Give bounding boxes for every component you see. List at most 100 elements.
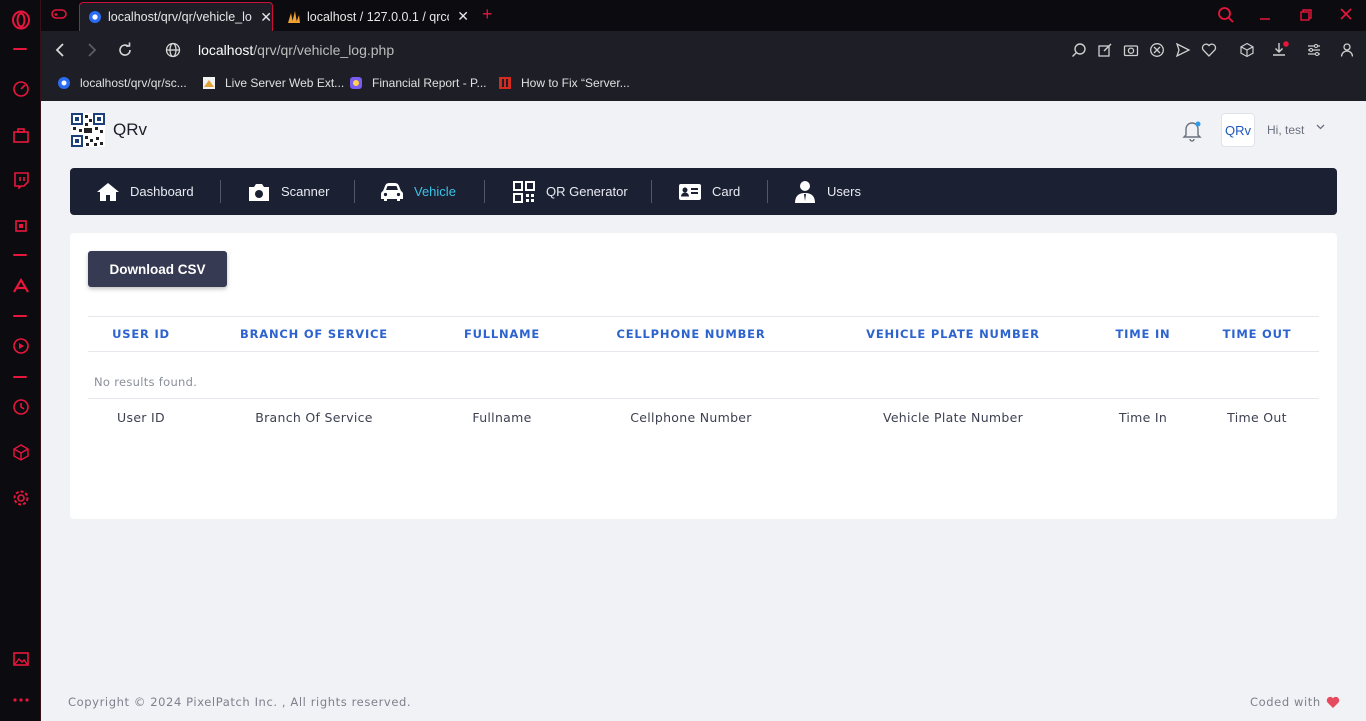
- tab-vehicle-log[interactable]: localhost/qrv/qr/vehicle_lo ✕: [79, 2, 273, 31]
- column-footer-user-id: User ID: [117, 410, 165, 425]
- search-tabs-icon[interactable]: [1217, 6, 1235, 29]
- bookmark-favicon-icon: [203, 77, 215, 89]
- table-footer-row: User ID Branch Of Service Fullname Cellp…: [88, 398, 1319, 434]
- sidebar-divider: [13, 254, 27, 256]
- column-footer-time-in: Time In: [1118, 410, 1168, 425]
- opera-logo-icon[interactable]: [0, 7, 41, 33]
- vehicle-log-card: Download CSV USER ID BRANCH OF SERVICE F…: [70, 233, 1337, 519]
- bookmark-label: Financial Report - P...: [372, 76, 487, 90]
- column-footer-fullname: Fullname: [472, 410, 532, 425]
- bookmark-item[interactable]: localhost/qrv/qr/sc...: [57, 76, 187, 90]
- nav-label: Vehicle: [414, 184, 456, 199]
- qr-code-icon: [512, 180, 536, 203]
- avatar[interactable]: QRv: [1221, 113, 1255, 147]
- column-footer-branch: Branch Of Service: [255, 410, 373, 425]
- tab-title: localhost/qrv/qr/vehicle_lo: [108, 10, 252, 24]
- browser-window: localhost/qrv/qr/vehicle_lo ✕ localhost …: [0, 0, 1366, 721]
- forward-icon[interactable]: [82, 40, 102, 60]
- history-icon[interactable]: [0, 394, 41, 420]
- adblock-icon[interactable]: [1147, 40, 1167, 60]
- brand-logo[interactable]: QRv: [71, 113, 147, 147]
- more-icon[interactable]: [0, 687, 41, 713]
- nav-item-card[interactable]: Card: [678, 168, 740, 215]
- nav-item-scanner[interactable]: Scanner: [247, 168, 329, 215]
- chip-icon[interactable]: [0, 213, 41, 239]
- bookmark-favicon-icon: [350, 77, 362, 89]
- minimize-icon[interactable]: [1258, 8, 1272, 27]
- edit-share-icon[interactable]: [1095, 40, 1115, 60]
- column-header-cellphone[interactable]: CELLPHONE NUMBER: [617, 327, 766, 341]
- column-header-time-in[interactable]: TIME IN: [1116, 327, 1171, 341]
- aria-icon[interactable]: [0, 273, 41, 299]
- snapshot-camera-icon[interactable]: [1121, 40, 1141, 60]
- settings-icon[interactable]: [0, 485, 41, 511]
- workspace-icon[interactable]: [0, 122, 41, 148]
- restore-icon[interactable]: [1299, 8, 1313, 27]
- tab-close-icon[interactable]: ✕: [457, 8, 469, 25]
- column-header-fullname[interactable]: FULLNAME: [464, 327, 540, 341]
- nav-divider: [484, 180, 485, 203]
- nav-divider: [767, 180, 768, 203]
- bookmark-favicon-icon: [58, 77, 70, 89]
- speed-dial-icon[interactable]: [0, 76, 41, 102]
- nav-item-vehicle[interactable]: Vehicle: [380, 168, 456, 215]
- chevron-down-icon[interactable]: [1316, 122, 1325, 133]
- brand-name: QRv: [113, 120, 147, 139]
- phpmyadmin-favicon-icon: [287, 10, 301, 24]
- nav-item-users[interactable]: Users: [793, 168, 861, 215]
- url-field[interactable]: localhost/qrv/qr/vehicle_log.php: [198, 42, 394, 58]
- send-icon[interactable]: [1173, 40, 1193, 60]
- url-host: localhost: [198, 42, 254, 58]
- column-footer-plate: Vehicle Plate Number: [882, 410, 1024, 425]
- user-icon: [793, 180, 817, 203]
- extensions-icon[interactable]: [0, 439, 41, 465]
- nav-item-dashboard[interactable]: Dashboard: [96, 168, 194, 215]
- twitch-icon[interactable]: [0, 167, 41, 193]
- page-content: QRv QRv Hi, test Dashboard Scanner Vehic…: [41, 101, 1366, 721]
- main-nav: Dashboard Scanner Vehicle QR Generator C…: [70, 168, 1337, 215]
- column-header-branch[interactable]: BRANCH OF SERVICE: [240, 327, 388, 341]
- gallery-icon[interactable]: [0, 646, 41, 672]
- easy-setup-icon[interactable]: [1304, 40, 1324, 60]
- bookmark-item[interactable]: Financial Report - P...: [349, 76, 487, 90]
- player-icon[interactable]: [0, 333, 41, 359]
- downloads-icon[interactable]: [1270, 40, 1290, 60]
- back-icon[interactable]: [50, 40, 70, 60]
- heart-bookmark-icon[interactable]: [1199, 40, 1219, 60]
- bookmark-favicon-icon: [499, 77, 511, 89]
- column-header-plate[interactable]: VEHICLE PLATE NUMBER: [866, 327, 1040, 341]
- nav-label: Users: [827, 184, 861, 199]
- profile-icon[interactable]: [1337, 40, 1357, 60]
- user-greeting[interactable]: Hi, test: [1267, 123, 1304, 137]
- download-csv-button[interactable]: Download CSV: [88, 251, 227, 287]
- new-tab-button[interactable]: +: [482, 4, 493, 25]
- extensions-cube-icon[interactable]: [1237, 40, 1257, 60]
- browser-sidebar: [0, 0, 41, 721]
- gamepad-icon[interactable]: [51, 7, 67, 26]
- notification-bell-icon[interactable]: [1182, 120, 1202, 142]
- column-header-time-out[interactable]: TIME OUT: [1223, 327, 1292, 341]
- site-info-globe-icon[interactable]: [163, 40, 183, 60]
- coded-with-text: Coded with: [1250, 695, 1321, 709]
- reload-icon[interactable]: [115, 40, 135, 60]
- car-icon: [380, 181, 404, 203]
- sidebar-divider: [13, 376, 27, 378]
- nav-label: Dashboard: [130, 184, 194, 199]
- sidebar-divider: [13, 48, 27, 50]
- bookmark-item[interactable]: Live Server Web Ext...: [202, 76, 344, 90]
- column-footer-cellphone: Cellphone Number: [630, 410, 752, 425]
- nav-item-qr-generator[interactable]: QR Generator: [512, 168, 628, 215]
- nav-label: Scanner: [281, 184, 330, 199]
- qr-logo-icon: [71, 113, 105, 147]
- bookmark-label: How to Fix “Server...: [521, 76, 630, 90]
- tab-close-icon[interactable]: ✕: [260, 9, 272, 26]
- column-header-user-id[interactable]: USER ID: [112, 327, 170, 341]
- id-card-icon: [678, 181, 702, 203]
- bookmark-label: Live Server Web Ext...: [225, 76, 345, 90]
- zoom-search-icon[interactable]: [1069, 40, 1089, 60]
- bookmark-item[interactable]: How to Fix “Server...: [498, 76, 630, 90]
- table-header-row: USER ID BRANCH OF SERVICE FULLNAME CELLP…: [88, 316, 1319, 352]
- nav-label: QR Generator: [546, 184, 628, 199]
- close-window-icon[interactable]: [1339, 7, 1353, 26]
- tab-phpmyadmin[interactable]: localhost / 127.0.0.1 / qrco ✕: [279, 2, 469, 31]
